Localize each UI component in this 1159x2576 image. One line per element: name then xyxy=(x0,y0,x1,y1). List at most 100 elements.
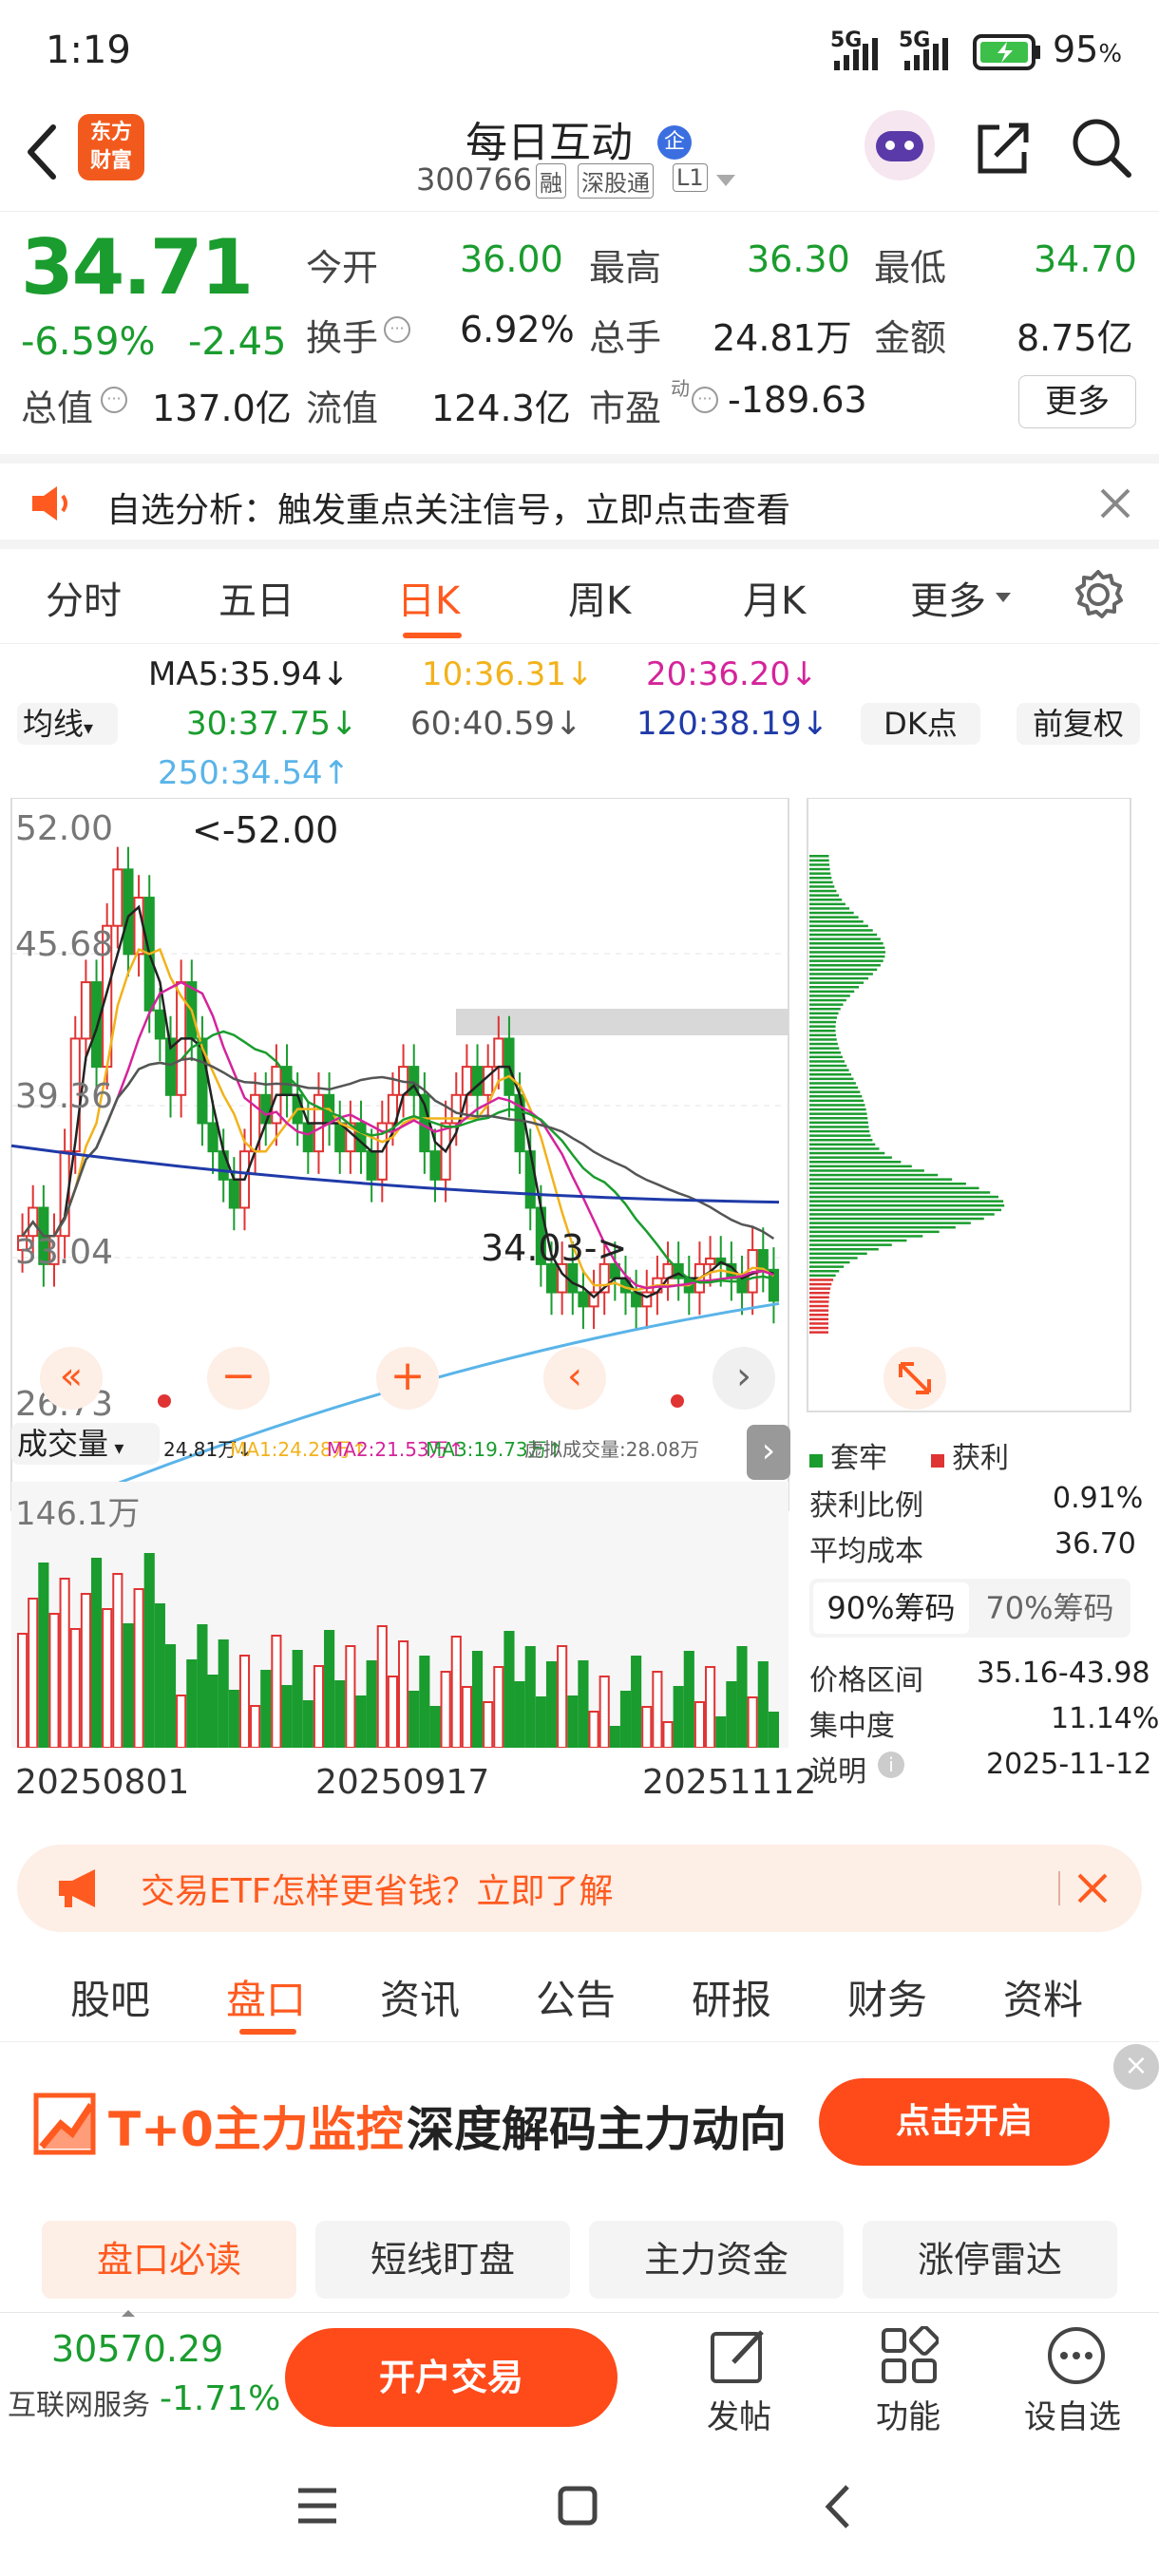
share-icon[interactable] xyxy=(973,118,1034,179)
subtab-limit-up-radar[interactable]: 涨停雷达 xyxy=(863,2221,1117,2299)
tab-more[interactable]: 更多 xyxy=(910,570,986,625)
volume-indicator-select[interactable]: 成交量 ▾ xyxy=(11,1423,160,1465)
search-icon[interactable] xyxy=(1070,116,1132,179)
tab-five-day[interactable]: 五日 xyxy=(218,570,294,625)
tab-week-k[interactable]: 周K xyxy=(568,570,631,625)
tab-forum[interactable]: 股吧 xyxy=(70,1968,150,2026)
info-icon[interactable]: ··· xyxy=(384,316,410,343)
app-logo: 东方 财富 xyxy=(78,114,144,180)
amount-label: 金额 xyxy=(874,317,947,359)
more-circle-icon[interactable] xyxy=(1045,2324,1108,2387)
tab-orderbook[interactable]: 盘口 xyxy=(226,1968,306,2026)
add-watchlist-label[interactable]: 设自选 xyxy=(1024,2391,1121,2437)
volume-bar xyxy=(302,1700,314,1748)
tab-intraday[interactable]: 分时 xyxy=(46,570,122,625)
subtab-short-term[interactable]: 短线盯盘 xyxy=(315,2221,570,2299)
chip-bar xyxy=(809,1257,858,1260)
subtab-must-read[interactable]: 盘口必读 xyxy=(42,2221,296,2299)
concentration-value: 11.14% xyxy=(1051,1702,1159,1735)
chip-tab-90[interactable]: 90%筹码 xyxy=(813,1582,969,1634)
last-price: 34.71 xyxy=(21,223,254,312)
zoom-out-button[interactable]: − xyxy=(207,1347,270,1410)
settings-icon[interactable] xyxy=(1072,568,1125,621)
volume-bar xyxy=(419,1656,430,1748)
etf-ad-bar[interactable]: 交易ETF怎样更省钱？立即了解 xyxy=(17,1845,1142,1932)
chip-bar xyxy=(809,1173,939,1177)
edit-post-icon[interactable] xyxy=(709,2326,770,2385)
close-icon[interactable]: × xyxy=(1113,2044,1159,2090)
post-label[interactable]: 发帖 xyxy=(707,2391,771,2437)
tab-day-k[interactable]: 日K xyxy=(397,570,460,625)
chip-bar xyxy=(809,1099,864,1103)
back-icon[interactable] xyxy=(23,122,61,182)
y-label-39: 39.36 xyxy=(15,1077,114,1116)
chip-bar xyxy=(809,924,868,928)
rewind-button[interactable]: « xyxy=(40,1347,103,1410)
menu-icon[interactable] xyxy=(296,2487,338,2525)
home-icon[interactable] xyxy=(557,2485,598,2527)
chip-bar xyxy=(809,1200,1004,1203)
chip-bar xyxy=(809,998,846,1002)
tab-news[interactable]: 资讯 xyxy=(380,1968,460,2026)
volume-bar xyxy=(176,1695,187,1748)
kline-chart[interactable] xyxy=(0,798,798,1520)
dk-point-button[interactable]: DK点 xyxy=(861,703,980,745)
functions-label[interactable]: 功能 xyxy=(876,2391,940,2437)
volume-bar xyxy=(535,1696,546,1748)
volume-bar xyxy=(440,1671,451,1748)
chip-bar xyxy=(809,1304,829,1308)
chevron-down-icon[interactable] xyxy=(714,173,737,188)
volume-bar xyxy=(557,1645,568,1748)
chip-bar xyxy=(809,1129,870,1133)
volume-value: 24.81万 xyxy=(712,317,852,359)
chip-bar xyxy=(809,1260,850,1264)
volume-bar xyxy=(164,1644,177,1748)
activate-button[interactable]: 点击开启 xyxy=(819,2078,1110,2166)
scroll-right-button[interactable]: › xyxy=(712,1347,775,1410)
chip-distribution-chart[interactable] xyxy=(806,798,1132,1413)
chip-bar xyxy=(809,938,881,940)
back-nav-icon[interactable] xyxy=(823,2483,851,2530)
tab-announcements[interactable]: 公告 xyxy=(536,1968,616,2026)
volume-bar xyxy=(408,1691,420,1748)
more-button[interactable]: 更多 xyxy=(1018,375,1136,428)
indicator-select[interactable]: 均线▾ xyxy=(17,703,118,745)
close-icon[interactable] xyxy=(1075,1871,1110,1905)
system-nav-bar xyxy=(0,2443,1159,2576)
expand-icon[interactable] xyxy=(884,1347,946,1410)
tab-month-k[interactable]: 月K xyxy=(743,570,806,625)
tab-research[interactable]: 研报 xyxy=(692,1968,771,2026)
tab-profile[interactable]: 资料 xyxy=(1003,1968,1083,2026)
info-icon[interactable]: i xyxy=(878,1752,904,1778)
chip-bar xyxy=(809,1108,866,1111)
candle-body xyxy=(207,1122,218,1153)
open-account-trade-button[interactable]: 开户交易 xyxy=(285,2328,618,2427)
chip-tab-70[interactable]: 70%筹码 xyxy=(973,1582,1127,1634)
expand-panel-button[interactable]: › xyxy=(747,1425,790,1480)
subtab-main-capital[interactable]: 主力资金 xyxy=(589,2221,844,2299)
close-icon[interactable] xyxy=(1098,486,1132,521)
volume-bar xyxy=(38,1563,49,1748)
robot-avatar-icon[interactable] xyxy=(864,110,935,180)
volume-bar xyxy=(694,1701,706,1748)
functions-grid-icon[interactable] xyxy=(880,2326,939,2385)
chip-bar xyxy=(809,1165,912,1168)
tab-finance[interactable]: 财务 xyxy=(847,1968,927,2026)
chip-bar xyxy=(809,1112,867,1115)
info-icon[interactable]: ··· xyxy=(692,387,718,413)
sector-index-value[interactable]: 30570.29 xyxy=(51,2328,223,2370)
volume-bar xyxy=(123,1623,134,1748)
chip-bar xyxy=(809,1143,876,1146)
volume-bar xyxy=(207,1675,218,1748)
main-force-banner[interactable]: × T+0主力监控 深度解码主力动向 点击开启 xyxy=(0,2044,1159,2215)
zoom-in-button[interactable]: + xyxy=(376,1347,439,1410)
notice-bar[interactable]: 自选分析：触发重点关注信号，立即点击查看 xyxy=(0,454,1159,549)
volume-bar xyxy=(747,1696,758,1748)
quote-panel: 34.71 -6.59% -2.45 今开 36.00 最高 36.30 最低 … xyxy=(0,211,1159,448)
chip-bar xyxy=(809,1051,841,1054)
adjust-button[interactable]: 前复权 xyxy=(1016,703,1140,745)
scroll-left-button[interactable]: ‹ xyxy=(543,1347,606,1410)
chip-bar xyxy=(809,907,850,910)
volume-bar xyxy=(186,1659,198,1748)
info-icon[interactable]: ··· xyxy=(101,387,127,413)
